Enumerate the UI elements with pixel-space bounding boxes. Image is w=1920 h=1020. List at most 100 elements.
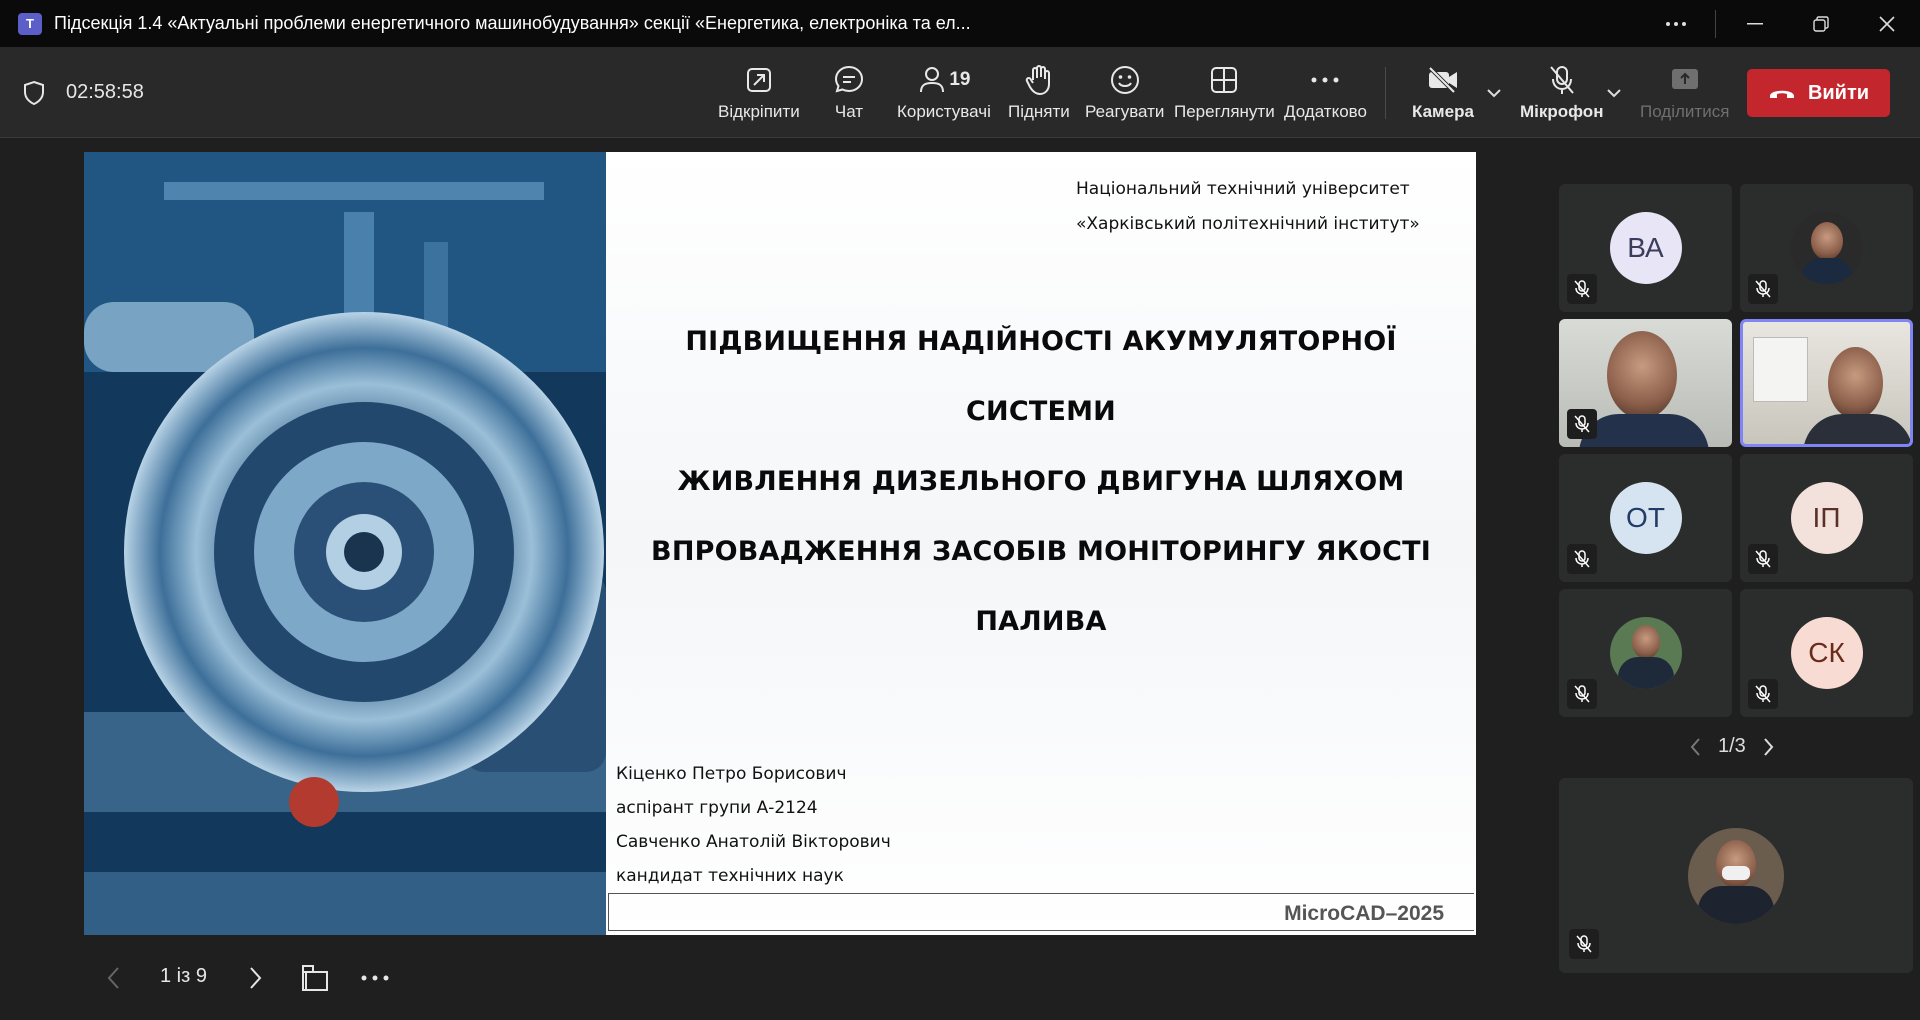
window-controls <box>1643 0 1920 47</box>
camera-options-chevron-icon[interactable] <box>1484 83 1504 103</box>
participant-video-tile[interactable] <box>1559 319 1732 447</box>
raise-hand-icon <box>1024 61 1054 99</box>
author-line: Кіценко Петро Борисович <box>616 764 847 784</box>
view-label: Переглянути <box>1174 102 1275 121</box>
share-icon <box>1670 61 1700 99</box>
react-button[interactable]: Реагувати <box>1085 61 1164 131</box>
participant-photo <box>1631 625 1660 659</box>
participant-photo-body <box>1800 258 1853 284</box>
face-mask <box>1722 865 1750 880</box>
participant-photo-body <box>1617 657 1674 689</box>
raise-hand-button[interactable]: Підняти <box>1008 61 1070 131</box>
react-icon <box>1109 61 1141 99</box>
unpin-button[interactable]: Відкріпити <box>718 61 800 131</box>
participant-tile[interactable] <box>1559 589 1732 717</box>
toolbar-divider <box>1385 67 1386 119</box>
mic-muted-icon <box>1748 544 1778 574</box>
window-controls-divider <box>1715 9 1716 38</box>
leave-label: Вийти <box>1807 81 1870 104</box>
pager-prev-icon[interactable] <box>1688 736 1704 758</box>
conference-name: MicroCAD–2025 <box>1284 902 1444 925</box>
mic-muted-icon <box>1567 679 1597 709</box>
meeting-timer: 02:58:58 <box>66 81 144 103</box>
author-line: кандидат технічних наук <box>616 866 844 886</box>
slide-more-icon[interactable] <box>360 974 390 982</box>
participant-tile[interactable]: ІП <box>1740 454 1913 582</box>
chat-button[interactable]: Чат <box>833 61 865 131</box>
teams-icon: T <box>18 12 42 35</box>
slide-title-line-1: ПІДВИЩЕННЯ НАДІЙНОСТІ АКУМУЛЯТОРНОЇ СИСТ… <box>685 326 1397 427</box>
university-line-2: «Харківський політехнічний інститут» <box>1076 214 1420 234</box>
more-label: Додатково <box>1284 102 1367 121</box>
pager-next-icon[interactable] <box>1760 736 1776 758</box>
participant-tile[interactable] <box>1740 184 1913 312</box>
participant-video-face <box>1607 331 1677 419</box>
avatar: СК <box>1790 617 1863 689</box>
window-title: Підсекція 1.4 «Актуальні проблеми енерге… <box>54 13 971 33</box>
restore-button[interactable] <box>1788 0 1854 47</box>
camera-off-icon <box>1426 61 1460 99</box>
participant-photo <box>1810 222 1843 260</box>
avatar <box>1790 212 1863 284</box>
avatar <box>1688 827 1784 924</box>
camera-button[interactable]: Камера <box>1412 61 1474 131</box>
pager-label: 1/3 <box>1718 735 1746 757</box>
mic-off-icon <box>1547 61 1577 99</box>
share-button[interactable]: Поділитися <box>1640 61 1729 131</box>
view-icon <box>1209 61 1239 99</box>
slide-title: ПІДВИЩЕННЯ НАДІЙНОСТІ АКУМУЛЯТОРНОЇ СИСТ… <box>626 307 1456 657</box>
avatar: ОТ <box>1609 482 1682 554</box>
next-slide-icon[interactable] <box>245 965 265 991</box>
more-icon <box>1311 61 1339 99</box>
close-button[interactable] <box>1854 0 1920 47</box>
self-photo-face <box>1716 839 1756 888</box>
mic-muted-icon <box>1567 274 1597 304</box>
slide-text-area: Національний технічний університет «Харк… <box>606 152 1476 935</box>
shield-icon <box>24 80 44 106</box>
avatar <box>1609 617 1682 689</box>
chat-label: Чат <box>834 102 864 121</box>
author-line: аспірант групи А-2124 <box>616 798 818 818</box>
share-label: Поділитися <box>1640 102 1730 121</box>
slide-footer: MicroCAD–2025 <box>608 893 1474 931</box>
more-button[interactable]: Додатково <box>1284 61 1367 131</box>
unpin-label: Відкріпити <box>718 102 800 121</box>
camera-label: Камера <box>1412 102 1474 121</box>
avatar: ІП <box>1790 482 1863 554</box>
self-view-tile[interactable] <box>1559 778 1913 973</box>
mic-options-chevron-icon[interactable] <box>1604 83 1624 103</box>
participant-tile[interactable]: ОТ <box>1559 454 1732 582</box>
participant-tile[interactable]: СК <box>1740 589 1913 717</box>
participant-tile[interactable]: ВА <box>1559 184 1732 312</box>
self-photo-body <box>1698 885 1774 924</box>
mic-muted-icon <box>1567 409 1597 439</box>
people-label: Користувачі <box>897 102 991 121</box>
leave-button[interactable]: Вийти <box>1747 69 1890 117</box>
shared-slide: Національний технічний університет «Харк… <box>84 152 1476 935</box>
title-bar: T Підсекція 1.4 «Актуальні проблеми енер… <box>0 0 1920 47</box>
meeting-toolbar: 02:58:58 Відкріпити Чат 19 Користувачі П… <box>0 47 1920 138</box>
react-label: Реагувати <box>1085 102 1165 121</box>
slide-title-line-3: ВПРОВАДЖЕННЯ ЗАСОБІВ МОНІТОРИНГУ ЯКОСТІ … <box>651 536 1431 637</box>
participant-video-body <box>1579 414 1709 447</box>
people-button[interactable]: 19 Користувачі <box>897 61 991 131</box>
mic-muted-icon <box>1569 929 1599 959</box>
chat-icon <box>833 61 865 99</box>
background-window <box>1753 337 1808 402</box>
phone-hangup-icon <box>1769 90 1794 98</box>
previous-slide-icon[interactable] <box>104 965 124 991</box>
participant-count: 19 <box>949 69 971 90</box>
participant-pager: 1/3 <box>1688 735 1776 758</box>
participant-video-tile-active[interactable] <box>1740 319 1913 447</box>
author-line: Савченко Анатолій Вікторович <box>616 832 891 852</box>
microphone-button[interactable]: Мікрофон <box>1520 61 1603 131</box>
avatar: ВА <box>1609 212 1682 284</box>
minimize-button[interactable] <box>1722 0 1788 47</box>
slide-authors: Кіценко Петро Борисович аспірант групи А… <box>616 757 891 893</box>
slide-page-indicator: 1 із 9 <box>160 965 207 987</box>
university-line-1: Національний технічний університет <box>1076 179 1410 199</box>
mic-muted-icon <box>1748 274 1778 304</box>
more-options-icon[interactable] <box>1643 0 1709 47</box>
slide-view-icon[interactable] <box>300 963 330 993</box>
view-button[interactable]: Переглянути <box>1174 61 1275 131</box>
